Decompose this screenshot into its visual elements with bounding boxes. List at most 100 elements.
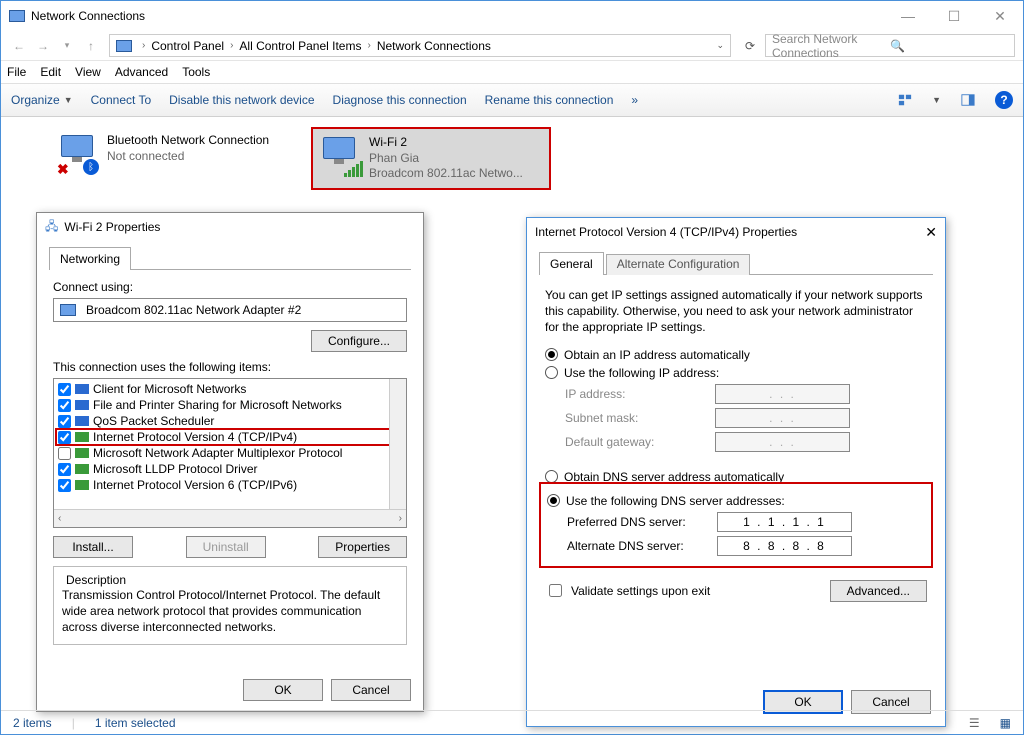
adapter-field: Broadcom 802.11ac Network Adapter #2 [53, 298, 407, 322]
install-button[interactable]: Install... [53, 536, 133, 558]
view-options-icon[interactable] [896, 91, 914, 109]
connection-wifi2[interactable]: Wi-Fi 2 Phan Gia Broadcom 802.11ac Netwo… [311, 127, 551, 190]
item-checkbox[interactable] [58, 399, 71, 412]
disable-device-button[interactable]: Disable this network device [169, 93, 314, 107]
validate-checkbox[interactable]: Validate settings upon exit [545, 581, 710, 600]
radio-label: Obtain DNS server address automatically [564, 470, 784, 484]
item-checkbox[interactable] [58, 383, 71, 396]
menu-edit[interactable]: Edit [40, 65, 61, 79]
menu-view[interactable]: View [75, 65, 101, 79]
search-icon: 🔍 [890, 39, 1008, 53]
status-selected-count: 1 item selected [95, 716, 176, 730]
cancel-button[interactable]: Cancel [331, 679, 411, 701]
search-placeholder: Search Network Connections [772, 32, 890, 60]
breadcrumb-item[interactable]: Control Panel [151, 39, 224, 53]
subnet-label: Subnet mask: [565, 411, 715, 425]
scrollbar-horizontal[interactable]: ‹› [54, 509, 406, 527]
protocol-item[interactable]: File and Printer Sharing for Microsoft N… [56, 397, 404, 413]
item-checkbox[interactable] [58, 479, 71, 492]
organize-menu[interactable]: Organize ▼ [11, 93, 73, 107]
tiles-view-icon[interactable]: ▦ [1000, 716, 1011, 730]
recent-dropdown[interactable]: ▾ [57, 36, 77, 56]
ip-address-label: IP address: [565, 387, 715, 401]
back-button[interactable]: ← [9, 36, 29, 56]
menu-file[interactable]: File [7, 65, 26, 79]
advanced-button[interactable]: Advanced... [830, 580, 927, 602]
item-label: QoS Packet Scheduler [93, 414, 214, 428]
description-legend: Description [62, 573, 130, 587]
search-input[interactable]: Search Network Connections 🔍 [765, 34, 1015, 57]
scrollbar-vertical[interactable] [389, 379, 406, 509]
tab-alternate-config[interactable]: Alternate Configuration [606, 254, 751, 275]
toolbar-overflow[interactable]: » [631, 93, 638, 107]
protocol-item[interactable]: Microsoft Network Adapter Multiplexor Pr… [56, 445, 404, 461]
protocol-item[interactable]: Internet Protocol Version 6 (TCP/IPv6) [56, 477, 404, 493]
radio-label: Use the following DNS server addresses: [566, 494, 785, 508]
rename-button[interactable]: Rename this connection [485, 93, 614, 107]
protocol-item[interactable]: Microsoft LLDP Protocol Driver [56, 461, 404, 477]
alternate-dns-input[interactable]: 8 . 8 . 8 . 8 [717, 536, 852, 556]
protocol-items-list[interactable]: Client for Microsoft NetworksFile and Pr… [53, 378, 407, 528]
radio-dns-manual[interactable]: Use the following DNS server addresses: [547, 494, 925, 508]
radio-ip-manual[interactable]: Use the following IP address: [545, 366, 927, 380]
configure-button[interactable]: Configure... [311, 330, 407, 352]
address-bar: ← → ▾ ↑ › Control Panel › All Control Pa… [1, 31, 1023, 61]
item-checkbox[interactable] [58, 463, 71, 476]
items-label: This connection uses the following items… [53, 360, 407, 374]
protocol-item[interactable]: QoS Packet Scheduler [56, 413, 404, 429]
protocol-item[interactable]: Internet Protocol Version 4 (TCP/IPv4) [56, 429, 404, 445]
breadcrumb[interactable]: › Control Panel › All Control Panel Item… [109, 34, 731, 57]
checkbox-input[interactable] [549, 584, 562, 597]
breadcrumb-item[interactable]: Network Connections [377, 39, 491, 53]
item-label: Internet Protocol Version 6 (TCP/IPv6) [93, 478, 297, 492]
breadcrumb-dropdown[interactable]: ⌄ [716, 40, 724, 51]
ok-button[interactable]: OK [243, 679, 323, 701]
wifi-adapter-icon [319, 135, 361, 177]
ip-address-input: . . . [715, 384, 850, 404]
refresh-button[interactable]: ⟳ [739, 39, 761, 53]
protocol-icon [75, 448, 89, 458]
diagnose-button[interactable]: Diagnose this connection [333, 93, 467, 107]
connect-to-button[interactable]: Connect To [91, 93, 152, 107]
preferred-dns-label: Preferred DNS server: [567, 515, 717, 529]
up-button[interactable]: ↑ [81, 36, 101, 56]
properties-button[interactable]: Properties [318, 536, 407, 558]
item-checkbox[interactable] [58, 431, 71, 444]
radio-ip-auto[interactable]: Obtain an IP address automatically [545, 348, 927, 362]
gateway-label: Default gateway: [565, 435, 715, 449]
item-label: Client for Microsoft Networks [93, 382, 246, 396]
tab-general[interactable]: General [539, 252, 604, 275]
chevron-down-icon[interactable]: ▼ [932, 95, 941, 105]
breadcrumb-item[interactable]: All Control Panel Items [239, 39, 361, 53]
radio-icon [547, 494, 560, 507]
close-button[interactable]: ✕ [977, 1, 1023, 31]
menu-tools[interactable]: Tools [182, 65, 210, 79]
radio-label: Use the following IP address: [564, 366, 719, 380]
preview-pane-icon[interactable] [959, 91, 977, 109]
details-view-icon[interactable]: ☰ [969, 716, 980, 730]
adapter-icon [60, 304, 76, 316]
menu-advanced[interactable]: Advanced [115, 65, 168, 79]
connection-bluetooth[interactable]: ✖ ᛒ Bluetooth Network Connection Not con… [51, 127, 291, 190]
toolbar: Organize ▼ Connect To Disable this netwo… [1, 83, 1023, 117]
forward-button[interactable]: → [33, 36, 53, 56]
chevron-down-icon: ▼ [64, 95, 73, 105]
radio-dns-auto[interactable]: Obtain DNS server address automatically [545, 470, 927, 484]
protocol-icon [75, 480, 89, 490]
statusbar: 2 items | 1 item selected ☰ ▦ [1, 710, 1023, 734]
dialog-title: Internet Protocol Version 4 (TCP/IPv4) P… [535, 225, 925, 239]
minimize-button[interactable]: — [885, 1, 931, 31]
protocol-icon [75, 464, 89, 474]
maximize-button[interactable]: ☐ [931, 1, 977, 31]
tab-networking[interactable]: Networking [49, 247, 131, 270]
close-icon[interactable]: ✕ [925, 224, 937, 241]
item-checkbox[interactable] [58, 415, 71, 428]
preferred-dns-input[interactable]: 1 . 1 . 1 . 1 [717, 512, 852, 532]
item-checkbox[interactable] [58, 447, 71, 460]
protocol-item[interactable]: Client for Microsoft Networks [56, 381, 404, 397]
help-icon[interactable]: ? [995, 91, 1013, 109]
description-text: Transmission Control Protocol/Internet P… [62, 587, 398, 636]
uninstall-button[interactable]: Uninstall [186, 536, 266, 558]
validate-label: Validate settings upon exit [571, 584, 710, 598]
radio-label: Obtain an IP address automatically [564, 348, 750, 362]
